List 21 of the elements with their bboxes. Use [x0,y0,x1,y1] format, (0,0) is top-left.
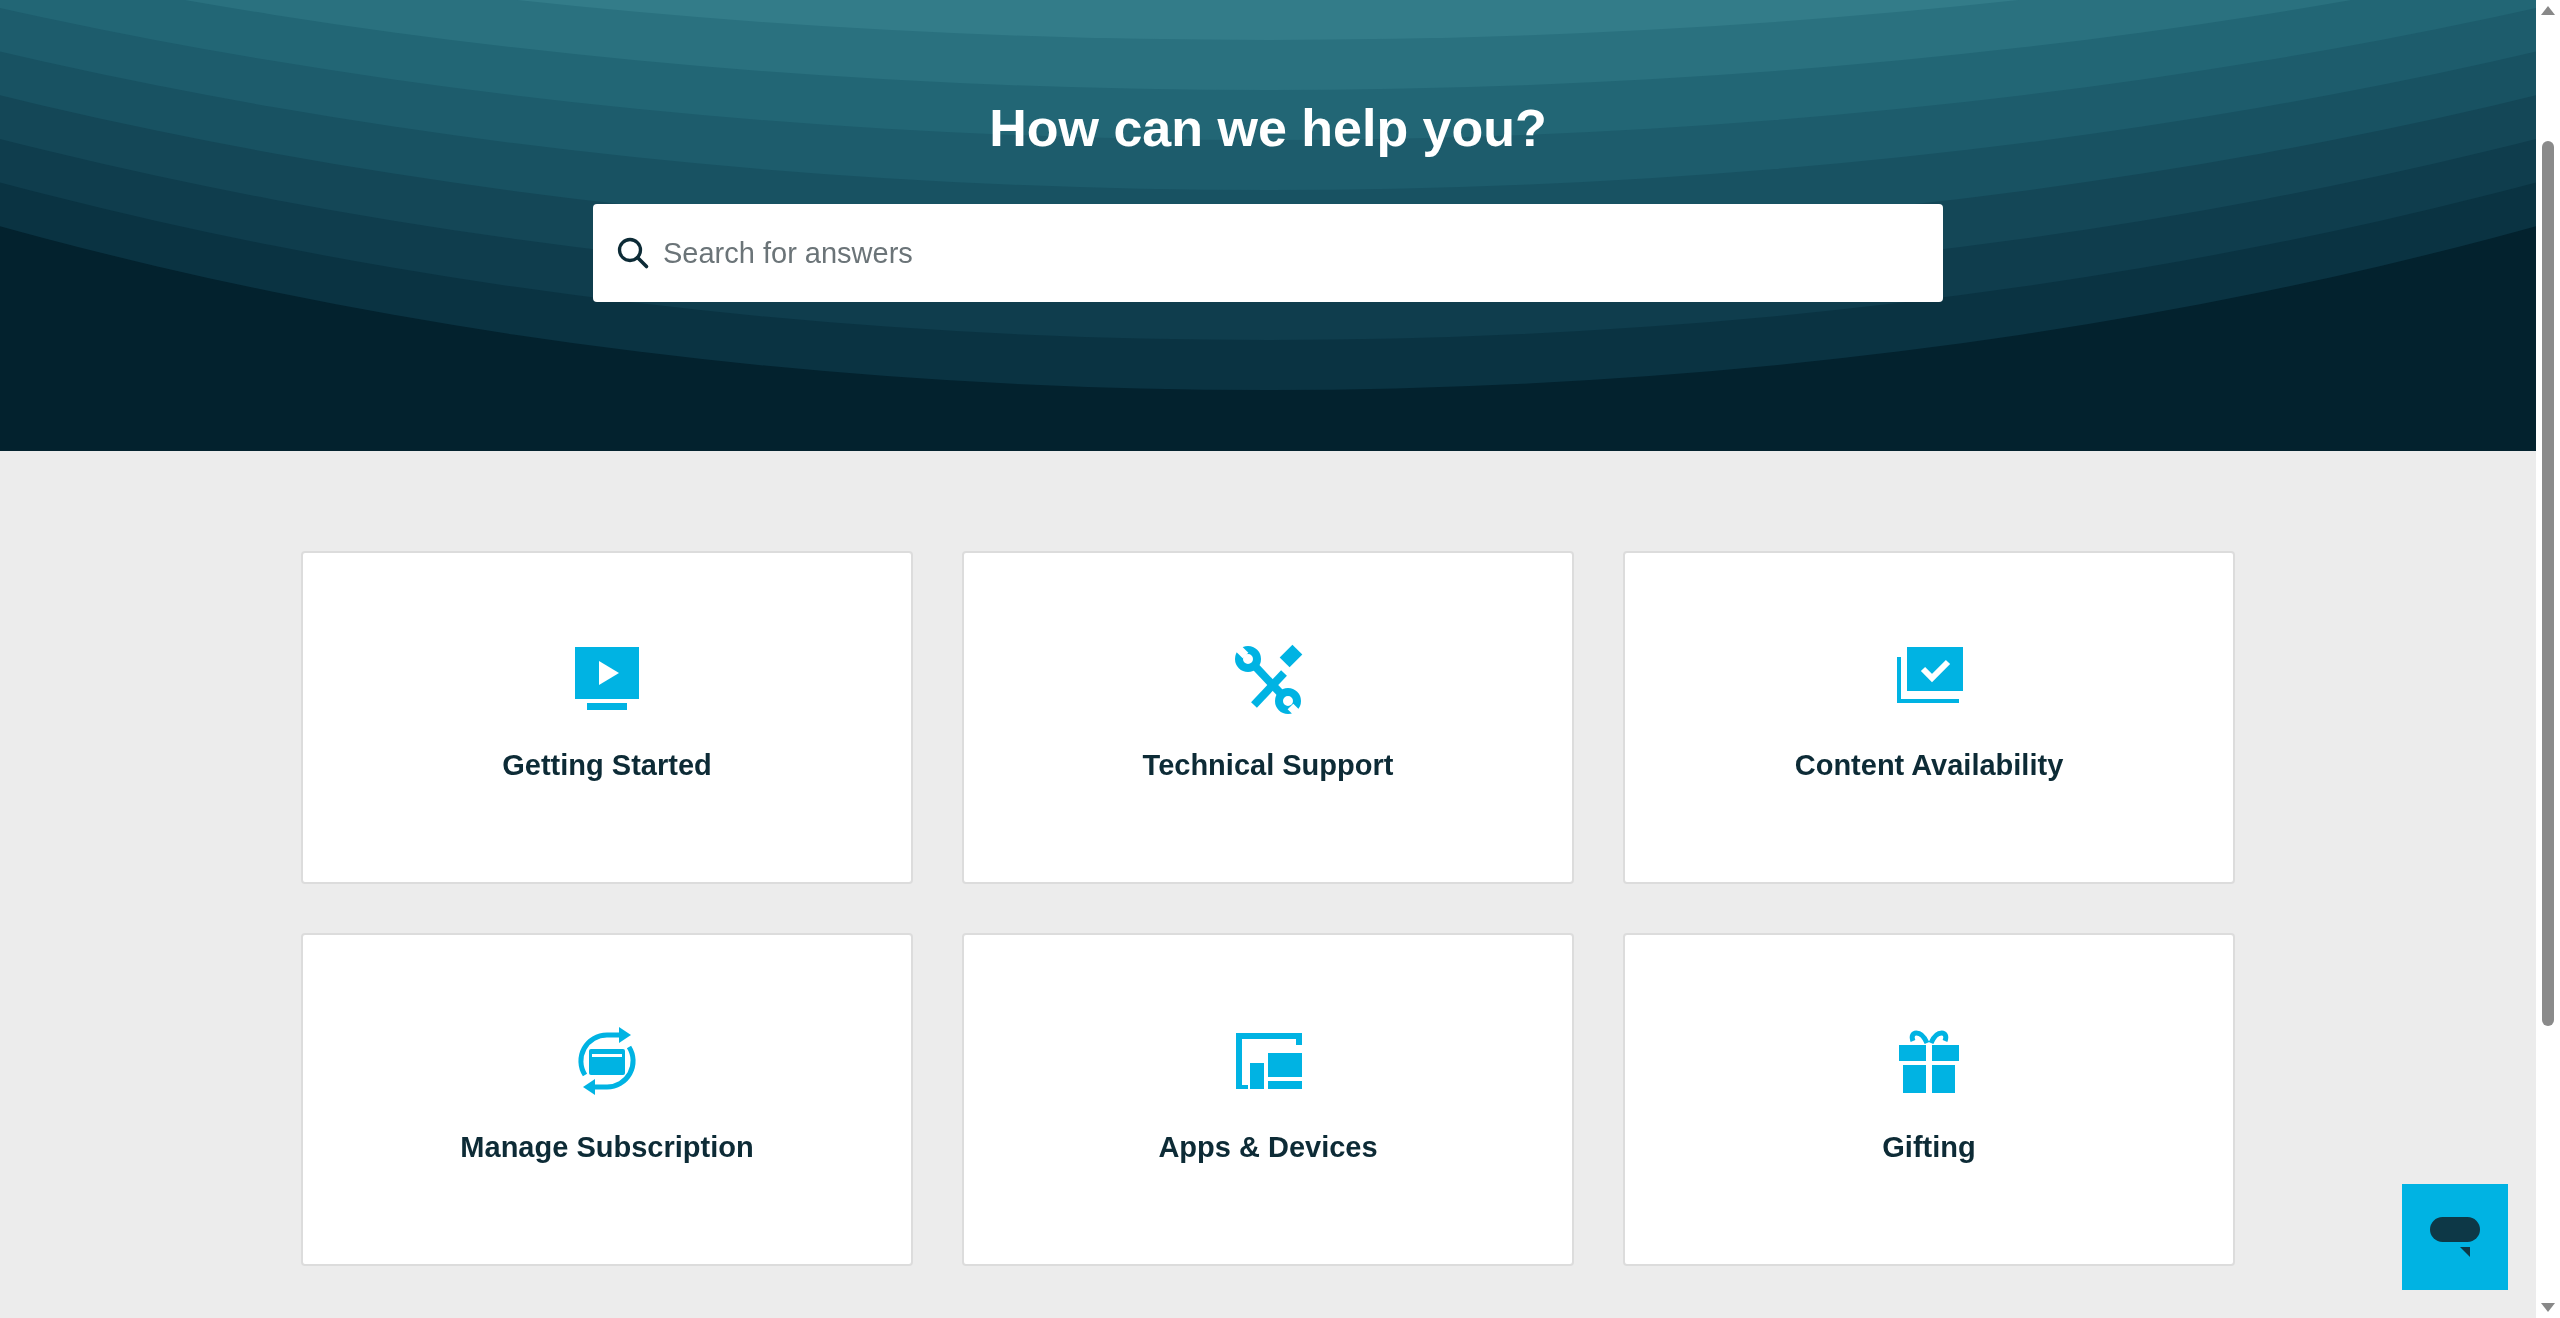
category-card[interactable]: Manage Subscription [301,933,913,1266]
category-title: Apps & Devices [1158,1131,1378,1164]
category-card[interactable]: Getting Started [301,551,913,884]
scrollbar-thumb[interactable] [2542,141,2554,1026]
search-field[interactable]: Search for answers [593,204,1943,302]
category-title: Content Availability [1794,749,2064,782]
category-title: Gifting [1882,1131,1976,1164]
category-card[interactable]: Gifting [1623,933,2235,1266]
scroll-down-arrow[interactable] [2541,1303,2555,1312]
category-card[interactable]: Technical Support [962,551,1574,884]
category-title: Technical Support [1142,749,1394,782]
category-card[interactable]: Content Availability [1623,551,2235,884]
chat-button[interactable] [2402,1184,2508,1290]
wrench-screwdriver-icon [1232,643,1304,715]
category-title: Getting Started [502,749,712,782]
category-card[interactable]: Apps & Devices [962,933,1574,1266]
page-title: How can we help you? [989,98,1547,159]
scrollbar[interactable] [2536,0,2560,1318]
speech-bubble-icon [2430,1217,2480,1257]
category-title: Manage Subscription [460,1131,754,1164]
scroll-up-arrow[interactable] [2541,6,2555,15]
